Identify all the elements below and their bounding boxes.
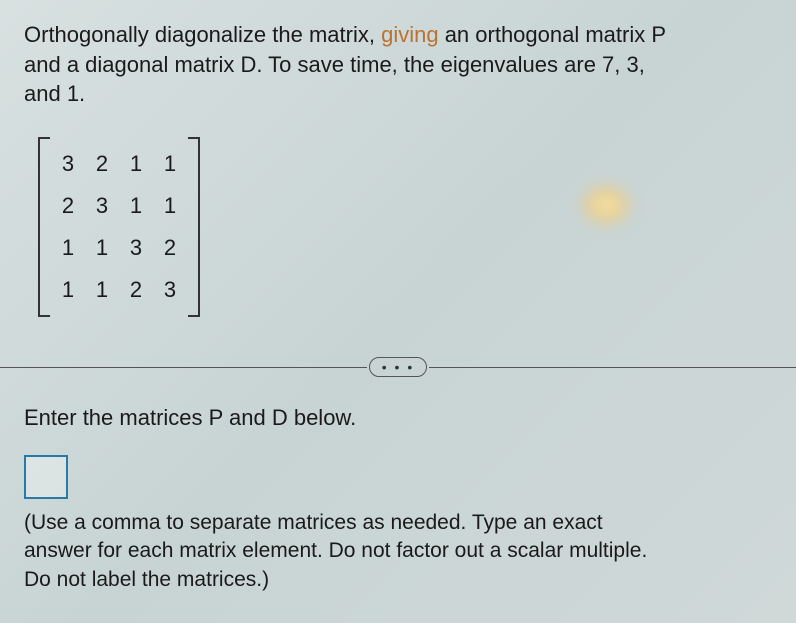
divider-expand-button[interactable]: • • • [369, 357, 427, 377]
matrix-cell: 1 [94, 277, 110, 303]
problem-line3: and 1. [24, 81, 85, 106]
matrix-cell: 3 [162, 277, 178, 303]
divider-line-left [0, 367, 367, 368]
matrix-cell: 3 [128, 235, 144, 261]
section-divider: • • • [0, 357, 796, 377]
screen-glare [576, 180, 636, 230]
problem-giving-word: giving [381, 22, 438, 47]
matrix-cell: 1 [128, 151, 144, 177]
matrix-display: 3 2 1 1 2 3 1 1 1 1 3 2 1 1 2 3 [38, 137, 200, 317]
hint-line1: (Use a comma to separate matrices as nee… [24, 511, 603, 534]
problem-line1-a: Orthogonally diagonalize the matrix, [24, 22, 381, 47]
problem-line1-b: an orthogonal matrix P [439, 22, 666, 47]
matrix-bracket-right [188, 137, 200, 317]
enter-instruction: Enter the matrices P and D below. [24, 405, 772, 431]
answer-input-box[interactable] [24, 455, 68, 499]
matrix-cell: 1 [128, 193, 144, 219]
matrix-cell: 1 [162, 193, 178, 219]
matrix-cell: 2 [60, 193, 76, 219]
problem-statement: Orthogonally diagonalize the matrix, giv… [24, 20, 772, 109]
matrix-cell: 1 [94, 235, 110, 261]
matrix-cell: 1 [60, 277, 76, 303]
matrix-cell: 3 [60, 151, 76, 177]
divider-line-right [429, 367, 796, 368]
matrix-cell: 1 [60, 235, 76, 261]
matrix-cell: 3 [94, 193, 110, 219]
matrix-cell: 2 [128, 277, 144, 303]
hint-line3: Do not label the matrices.) [24, 568, 269, 591]
hint-line2: answer for each matrix element. Do not f… [24, 539, 647, 562]
matrix-cell: 1 [162, 151, 178, 177]
answer-format-hint: (Use a comma to separate matrices as nee… [24, 509, 772, 594]
problem-line2: and a diagonal matrix D. To save time, t… [24, 52, 645, 77]
matrix-bracket-left [38, 137, 50, 317]
matrix-cell: 2 [162, 235, 178, 261]
matrix-cell: 2 [94, 151, 110, 177]
matrix-grid: 3 2 1 1 2 3 1 1 1 1 3 2 1 1 2 3 [50, 137, 188, 317]
